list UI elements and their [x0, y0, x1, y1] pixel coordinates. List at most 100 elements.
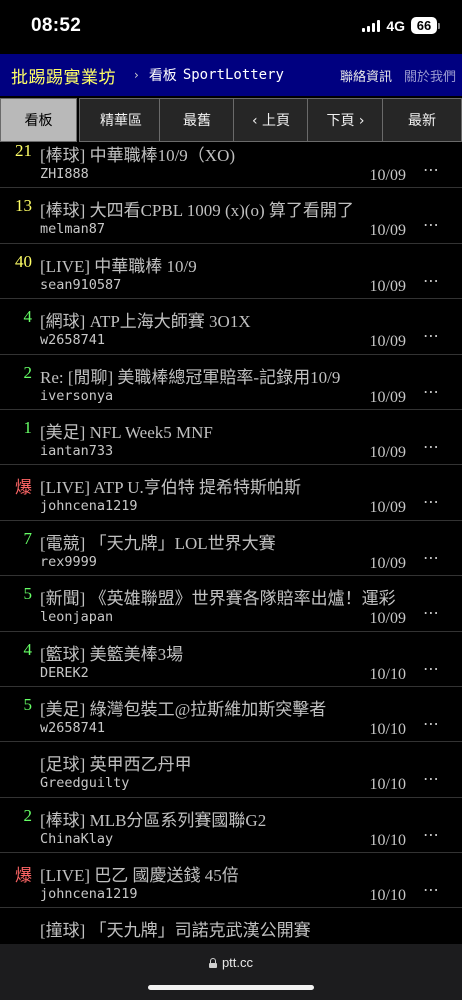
article-title-link[interactable]: [美足] 綠灣包裝工@拉斯維加斯突擊者 [40, 695, 452, 720]
article-entry[interactable]: 40 [LIVE] 中華職棒 10/9 sean910587 10/09 ⋯ [0, 244, 462, 300]
more-options-icon[interactable]: ⋯ [423, 603, 439, 622]
article-entry[interactable]: 2 Re: [閒聊] 美職棒總冠軍賠率-記錄用10/9 iversonya 10/09… [0, 355, 462, 410]
article-author: ChinaKlay [40, 830, 114, 847]
article-author: johncena1219 [40, 886, 138, 903]
article-title-link[interactable]: [LIVE] ATP U.亨伯特 提希特斯帕斯 [40, 473, 452, 498]
article-date: 10/10 [369, 720, 406, 738]
url-text[interactable]: ptt.cc [222, 955, 253, 970]
article-author: johncena1219 [40, 498, 138, 515]
more-options-icon[interactable]: ⋯ [423, 714, 439, 733]
article-title-link[interactable]: [新聞] 《英雄聯盟》世界賽各隊賠率出爐！運彩 [40, 584, 452, 609]
next-page-button[interactable]: 下頁 › [307, 98, 384, 142]
article-author: sean910587 [40, 276, 122, 293]
recommend-count: 5 [23, 694, 33, 714]
article-author: ZHI888 [40, 166, 89, 182]
article-date: 10/10 [369, 831, 406, 849]
article-entry[interactable]: [足球] 英甲西乙丹甲 Greedguilty 10/10 ⋯ [0, 742, 462, 798]
more-options-icon[interactable]: ⋯ [423, 659, 439, 678]
more-options-icon[interactable]: ⋯ [423, 825, 439, 844]
article-entry[interactable]: 13 [棒球] 大四看CPBL 1009 (x)(o) 算了看開了 melman87… [0, 188, 462, 244]
more-options-icon[interactable]: ⋯ [423, 382, 439, 401]
prev-page-button[interactable]: ‹ 上頁 [233, 98, 309, 142]
home-indicator[interactable] [148, 985, 314, 990]
recommend-count: 爆 [15, 478, 32, 498]
board-name-link[interactable]: SportLottery [183, 67, 284, 83]
article-entry[interactable]: 4 [網球] ATP上海大師賽 3O1X w2658741 10/09 ⋯ [0, 299, 462, 355]
recommend-count: 4 [23, 307, 33, 327]
article-author: iversonya [40, 387, 114, 404]
article-date: 10/09 [369, 167, 406, 184]
article-title-link[interactable]: [棒球] 中華職棒10/9（XO) [40, 144, 452, 166]
article-entry[interactable]: [撞球] 「天九牌」司諾克武漢公開賽 [0, 908, 462, 944]
article-date: 10/10 [369, 887, 406, 905]
article-title-link[interactable]: [籃球] 美籃美棒3場 [40, 640, 452, 665]
article-title-link[interactable]: [LIVE] 巴乙 國慶送錢 45倍 [40, 861, 452, 886]
recommend-count: 1 [23, 417, 33, 437]
action-bar: 看板 精華區 最舊 ‹ 上頁 下頁 › 最新 [0, 98, 462, 144]
article-date: 10/09 [369, 610, 406, 628]
article-entry[interactable]: 5 [新聞] 《英雄聯盟》世界賽各隊賠率出爐！運彩 leonjapan 10/09 ⋯ [0, 576, 462, 632]
recommend-count: 13 [15, 196, 32, 216]
article-date: 10/10 [369, 665, 406, 683]
article-author: Greedguilty [40, 775, 130, 792]
more-options-icon[interactable]: ⋯ [423, 548, 439, 567]
more-options-icon[interactable]: ⋯ [423, 271, 439, 290]
article-entry[interactable]: 1 [美足] NFL Week5 MNF iantan733 10/09 ⋯ [0, 410, 462, 466]
more-options-icon[interactable]: ⋯ [423, 437, 439, 456]
more-options-icon[interactable]: ⋯ [423, 215, 439, 234]
article-title-link[interactable]: [LIVE] 中華職棒 10/9 [40, 252, 452, 277]
top-bar: 批踢踢實業坊 › 看板 SportLottery 聯絡資訊 關於我們 [0, 54, 462, 96]
recommend-count: 4 [23, 639, 33, 659]
more-options-icon[interactable]: ⋯ [423, 492, 439, 511]
signal-bars-icon [362, 19, 381, 32]
article-title-link[interactable]: [撞球] 「天九牌」司諾克武漢公開賽 [40, 916, 452, 941]
article-entry[interactable]: 7 [電競] 「天九牌」LOL世界大賽 rex9999 10/09 ⋯ [0, 521, 462, 577]
article-title-link[interactable]: Re: [閒聊] 美職棒總冠軍賠率-記錄用10/9 [40, 363, 452, 388]
oldest-page-button[interactable]: 最舊 [159, 98, 235, 142]
more-options-icon[interactable]: ⋯ [423, 769, 439, 788]
recommend-count: 2 [23, 805, 33, 825]
article-entry[interactable]: 爆 [LIVE] ATP U.亨伯特 提希特斯帕斯 johncena1219 10/0… [0, 465, 462, 521]
article-author: DEREK2 [40, 664, 89, 681]
network-label: 4G [386, 17, 405, 34]
more-options-icon[interactable]: ⋯ [423, 880, 439, 899]
article-author: w2658741 [40, 719, 106, 736]
article-date: 10/09 [369, 277, 406, 295]
status-time: 08:52 [31, 15, 82, 36]
article-title-link[interactable]: [棒球] MLB分區系列賽國聯G2 [40, 806, 452, 831]
digest-tab-button[interactable]: 精華區 [79, 98, 163, 142]
browser-bottom-bar: ptt.cc [0, 944, 462, 1000]
article-entry[interactable]: 4 [籃球] 美籃美棒3場 DEREK2 10/10 ⋯ [0, 632, 462, 687]
article-entry[interactable]: 21 [棒球] 中華職棒10/9（XO) ZHI888 10/09 ⋯ [0, 144, 462, 189]
status-indicators: 4G 66 [362, 17, 440, 34]
article-entry[interactable]: 5 [美足] 綠灣包裝工@拉斯維加斯突擊者 w2658741 10/10 ⋯ [0, 687, 462, 743]
article-entry[interactable]: 2 [棒球] MLB分區系列賽國聯G2 ChinaKlay 10/10 ⋯ [0, 798, 462, 854]
article-title-link[interactable]: [美足] NFL Week5 MNF [40, 418, 452, 443]
recommend-count: 2 [23, 362, 33, 382]
article-date: 10/09 [369, 333, 406, 351]
board-tab-button[interactable]: 看板 [0, 98, 77, 142]
article-entry[interactable]: 爆 [LIVE] 巴乙 國慶送錢 45倍 johncena1219 10/10 ⋯ [0, 853, 462, 909]
more-options-icon[interactable]: ⋯ [423, 160, 439, 179]
battery-icon: 66 [411, 17, 440, 34]
address-bar[interactable]: ptt.cc [0, 955, 462, 970]
article-list: 2 1 [棒球] 中華職棒10/9（XO) ZHI888 10/09 ⋯ 13 [棒球] 大四… [0, 144, 462, 944]
lock-icon [208, 957, 217, 968]
article-author: w2658741 [40, 332, 106, 349]
about-link[interactable]: 關於我們 [404, 66, 456, 85]
article-date: 10/10 [369, 776, 406, 794]
article-title-link[interactable]: [電競] 「天九牌」LOL世界大賽 [40, 529, 452, 554]
article-title-link[interactable]: [足球] 英甲西乙丹甲 [40, 750, 452, 775]
contact-link[interactable]: 聯絡資訊 [340, 66, 392, 85]
breadcrumb-separator-icon: › [134, 68, 139, 82]
site-title-link[interactable]: 批踢踢實業坊 [11, 63, 116, 88]
board-label: 看板 [148, 68, 177, 84]
article-author: melman87 [40, 221, 106, 238]
recommend-count: 爆 [15, 866, 32, 886]
newest-page-button[interactable]: 最新 [382, 98, 462, 142]
article-title-link[interactable]: [網球] ATP上海大師賽 3O1X [40, 307, 452, 332]
article-title-link[interactable]: [棒球] 大四看CPBL 1009 (x)(o) 算了看開了 [40, 196, 452, 221]
more-options-icon[interactable]: ⋯ [423, 326, 439, 345]
article-date: 10/09 [369, 443, 406, 461]
article-date: 10/09 [369, 499, 406, 517]
